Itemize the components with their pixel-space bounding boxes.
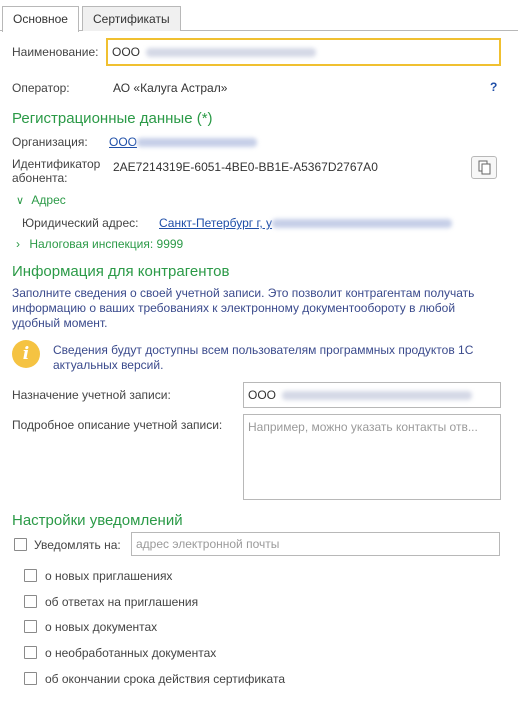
name-label: Наименование: (12, 45, 99, 59)
info-notice: Сведения будут доступны всем пользовател… (53, 343, 474, 372)
legal-address-link[interactable]: Санкт-Петербург г, у (159, 216, 453, 230)
redacted-org (137, 138, 258, 148)
operator-value: АО «Калуга Астрал» (113, 81, 228, 95)
registration-heading: Регистрационные данные (*) (12, 110, 213, 127)
contractors-description: Заполните сведения о своей учетной запис… (12, 286, 475, 330)
option-checkbox[interactable] (24, 620, 37, 633)
redacted-address (272, 219, 453, 229)
email-input[interactable]: адрес электронной почты (131, 532, 500, 556)
option-label: об окончании срока действия сертификата (45, 672, 286, 686)
subscriber-label-line2: абонента: (12, 171, 68, 185)
purpose-value: ООО (248, 388, 277, 402)
notify-checkbox[interactable] (14, 538, 27, 551)
detail-textarea[interactable]: Например, можно указать контакты отв... (243, 414, 501, 500)
notify-label: Уведомлять на: (34, 538, 121, 552)
subscriber-label-line1: Идентификатор (12, 157, 101, 171)
name-input[interactable]: ООО (106, 38, 501, 66)
notifications-heading: Настройки уведомлений (12, 512, 183, 529)
tab-bar: Основное Сертификаты (0, 0, 518, 32)
org-link[interactable]: ООО (109, 135, 258, 149)
legal-address-value: Санкт-Петербург г, у (159, 216, 273, 230)
chevron-right-icon: › (16, 237, 20, 251)
copy-icon (478, 160, 491, 175)
redacted-purpose (282, 391, 473, 401)
operator-label: Оператор: (12, 81, 70, 95)
address-toggle-label: Адрес (31, 193, 66, 207)
option-label: о новых приглашениях (45, 569, 173, 583)
legal-address-label: Юридический адрес: (22, 216, 139, 230)
redacted-name (146, 48, 317, 58)
chevron-down-icon: ∨ (16, 195, 25, 207)
option-checkbox[interactable] (24, 569, 37, 582)
subscriber-label: Идентификатор абонента: (12, 157, 100, 185)
detail-label: Подробное описание учетной записи: (12, 418, 223, 432)
tax-label: Налоговая инспекция: 9999 (29, 237, 184, 251)
name-value: ООО (112, 45, 141, 59)
tax-toggle[interactable]: › Налоговая инспекция: 9999 (16, 237, 183, 251)
option-label: о новых документах (45, 620, 158, 634)
tab-certificates[interactable]: Сертификаты (82, 6, 181, 31)
org-label: Организация: (12, 135, 88, 149)
copy-button[interactable] (471, 156, 497, 179)
email-placeholder: адрес электронной почты (136, 537, 280, 551)
purpose-label: Назначение учетной записи: (12, 388, 171, 402)
option-checkbox[interactable] (24, 646, 37, 659)
detail-placeholder: Например, можно указать контакты отв... (248, 420, 478, 434)
tab-main[interactable]: Основное (2, 6, 79, 32)
option-checkbox[interactable] (24, 672, 37, 685)
info-icon: i (12, 340, 40, 368)
option-label: об ответах на приглашения (45, 595, 199, 609)
option-label: о необработанных документах (45, 646, 217, 660)
org-value: ООО (109, 135, 138, 149)
purpose-input[interactable]: ООО (243, 382, 501, 408)
contractors-heading: Информация для контрагентов (12, 263, 230, 280)
address-toggle[interactable]: ∨ Адрес (16, 193, 66, 207)
subscriber-id: 2AE7214319E-6051-4BE0-BB1E-A5367D2767A0 (113, 160, 378, 174)
help-icon[interactable]: ? (490, 80, 497, 94)
option-checkbox[interactable] (24, 595, 37, 608)
